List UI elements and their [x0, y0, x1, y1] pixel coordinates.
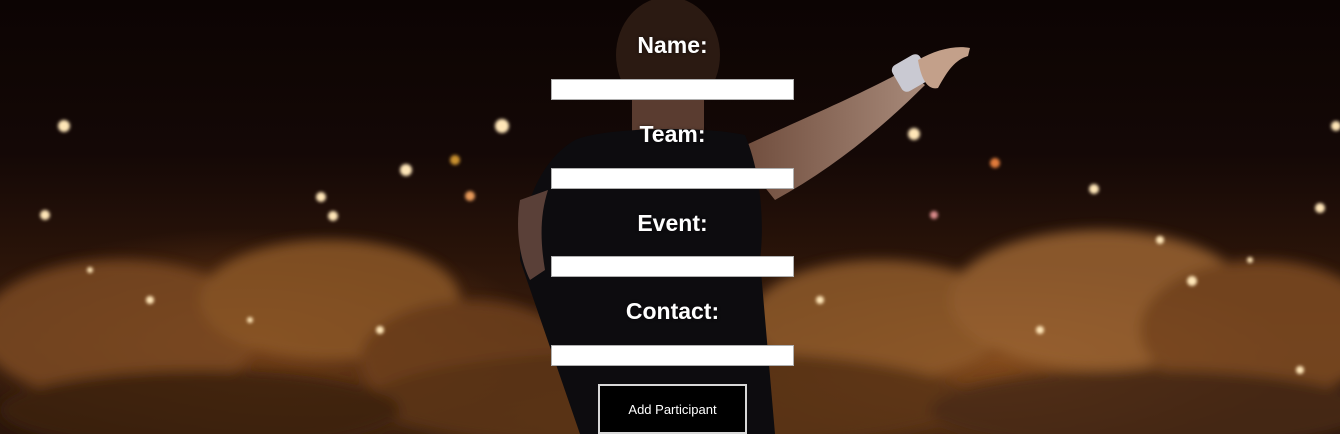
- page-background: Name: Team: Event: Contact: Add Particip…: [0, 0, 1340, 434]
- add-participant-button[interactable]: Add Participant: [598, 384, 747, 434]
- team-label: Team:: [639, 121, 706, 147]
- team-input[interactable]: [551, 168, 794, 189]
- event-input[interactable]: [551, 256, 794, 277]
- name-input[interactable]: [551, 79, 794, 100]
- contact-label: Contact:: [625, 298, 720, 324]
- name-label: Name:: [637, 32, 708, 58]
- contact-input[interactable]: [551, 345, 794, 366]
- event-label: Event:: [637, 210, 708, 236]
